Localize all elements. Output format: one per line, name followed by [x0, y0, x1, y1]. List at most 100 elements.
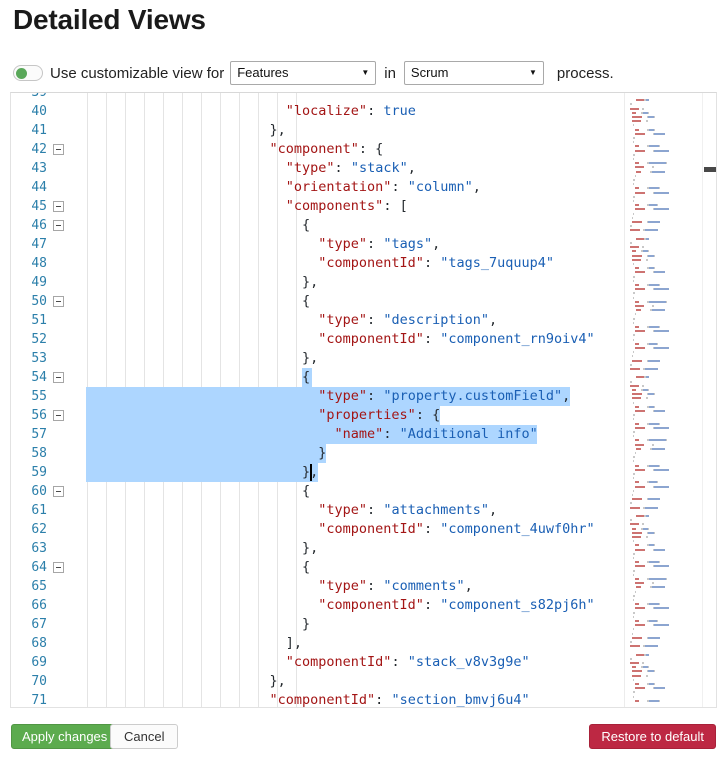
minimap-token [648, 111, 650, 114]
apply-changes-button[interactable]: Apply changes [11, 724, 119, 749]
process-value: Scrum [410, 65, 449, 80]
minimap-token [630, 641, 632, 643]
fold-toggle-icon[interactable] [53, 220, 64, 231]
minimap-token [634, 481, 640, 484]
minimap-token [653, 544, 655, 547]
minimap-token [651, 305, 655, 307]
code-line[interactable]: ], [237, 634, 302, 653]
code-line[interactable]: }, [237, 539, 318, 558]
minimap-token [648, 162, 666, 165]
minimap-token [634, 561, 640, 564]
line-number-gutter[interactable]: 39 40 41 42 43 44 45 46 47 48 49 50 51 52 53 54 55 56 57 58… [11, 93, 77, 707]
code-line[interactable]: { [237, 558, 310, 577]
code-line[interactable]: { [237, 368, 310, 387]
minimap-token [633, 615, 635, 618]
code-line[interactable]: "componentId": "component_4uwf0hr" [237, 520, 594, 539]
minimap-token [636, 309, 642, 312]
code-token: { [237, 369, 311, 385]
code-line[interactable]: }, [237, 273, 318, 292]
minimap-token [651, 447, 666, 450]
code-line[interactable]: "componentId": "component_s82pj6h" [237, 596, 594, 615]
line-number: 39 [11, 93, 47, 102]
code-line[interactable]: "properties": { [237, 406, 440, 425]
line-number: 53 [31, 351, 47, 366]
code-line[interactable]: "components": [ [237, 197, 408, 216]
code-line[interactable]: "componentId": "component_rn9oiv4" [237, 330, 594, 349]
code-token: "localize" [285, 103, 368, 119]
code-line[interactable]: "type": "property.customField", [237, 387, 570, 406]
fold-toggle-icon[interactable] [53, 296, 64, 307]
minimap-token [654, 393, 656, 396]
code-line[interactable]: { [237, 482, 310, 501]
code-line[interactable]: "componentId": "stack_v8v3g9e" [237, 653, 530, 672]
code-line[interactable]: "name": "Additional info" [237, 425, 538, 444]
minimap-token [645, 653, 649, 656]
fold-toggle-icon[interactable] [53, 486, 64, 497]
code-line[interactable]: "type": "description", [237, 311, 497, 330]
fold-toggle-icon[interactable] [53, 372, 64, 383]
work-item-type-select[interactable]: Features ▼ [230, 61, 377, 85]
code-token: : [391, 654, 408, 670]
code-line[interactable]: "type": "tags", [237, 235, 440, 254]
code-token: : [423, 255, 441, 271]
code-minimap[interactable] [624, 93, 702, 707]
code-token: : [391, 179, 408, 195]
code-token: "componentId" [237, 331, 424, 347]
minimap-token [631, 254, 642, 257]
line-number: 40 [31, 104, 47, 119]
line-number: 48 [31, 256, 47, 271]
fold-toggle-icon[interactable] [53, 144, 64, 155]
cancel-button[interactable]: Cancel [110, 724, 179, 749]
code-line[interactable]: } [237, 444, 326, 463]
minimap-token [644, 645, 659, 648]
json-code-editor[interactable]: "localize": true }, "component": { "type… [10, 92, 717, 708]
code-line[interactable]: "type": "stack", [237, 159, 416, 178]
process-select[interactable]: Scrum ▼ [403, 61, 544, 85]
minimap-token [644, 506, 659, 509]
code-line[interactable]: "componentId": "tags_7uquup4" [237, 254, 554, 273]
scrollbar-thumb[interactable] [704, 166, 716, 172]
line-number: 66 [31, 598, 47, 613]
fold-toggle-icon[interactable] [53, 410, 64, 421]
editor-vertical-scrollbar[interactable] [702, 93, 716, 707]
code-line[interactable]: "orientation": "column", [237, 178, 481, 197]
minimap-token [630, 657, 632, 660]
minimap-token [630, 662, 639, 664]
minimap-token [658, 603, 661, 606]
code-token: : [423, 521, 441, 537]
code-token: "type" [237, 236, 368, 252]
restore-to-default-button[interactable]: Restore to default [589, 724, 716, 749]
minimap-token [656, 481, 658, 484]
minimap-token [630, 380, 632, 383]
code-token: : [367, 236, 384, 252]
editor-viewport[interactable]: "localize": true }, "component": { "type… [11, 93, 716, 707]
code-line[interactable]: }, [237, 463, 318, 482]
code-line[interactable]: }, [237, 672, 286, 691]
minimap-token [651, 443, 655, 446]
code-line[interactable]: "component": { [237, 140, 384, 159]
code-token: "section_bmvj6u4" [391, 692, 530, 707]
code-line[interactable]: { [237, 216, 310, 235]
line-number: 56 [31, 408, 47, 423]
code-line[interactable]: "localize": true [237, 102, 416, 121]
use-customizable-view-toggle[interactable] [13, 65, 43, 81]
minimap-token [631, 393, 642, 396]
code-line[interactable]: { [237, 292, 310, 311]
minimap-token [633, 296, 635, 299]
code-line[interactable]: "type": "attachments", [237, 501, 497, 520]
code-line[interactable]: }, [237, 349, 318, 368]
code-line[interactable]: "type": "comments", [237, 577, 472, 596]
fold-toggle-icon[interactable] [53, 562, 64, 573]
code-line[interactable]: }, [237, 121, 286, 140]
minimap-token [654, 330, 670, 333]
code-line[interactable]: "componentId": "section_bmvj6u4" [237, 691, 530, 707]
code-area[interactable]: "localize": true }, "component": { "type… [77, 93, 716, 707]
minimap-token [631, 636, 642, 639]
fold-toggle-icon[interactable] [53, 201, 64, 212]
minimap-token [631, 527, 637, 530]
code-line[interactable]: } [237, 615, 310, 634]
minimap-token [645, 120, 649, 123]
minimap-token [654, 288, 670, 291]
minimap-token [634, 271, 645, 274]
code-token: "type" [237, 312, 368, 328]
